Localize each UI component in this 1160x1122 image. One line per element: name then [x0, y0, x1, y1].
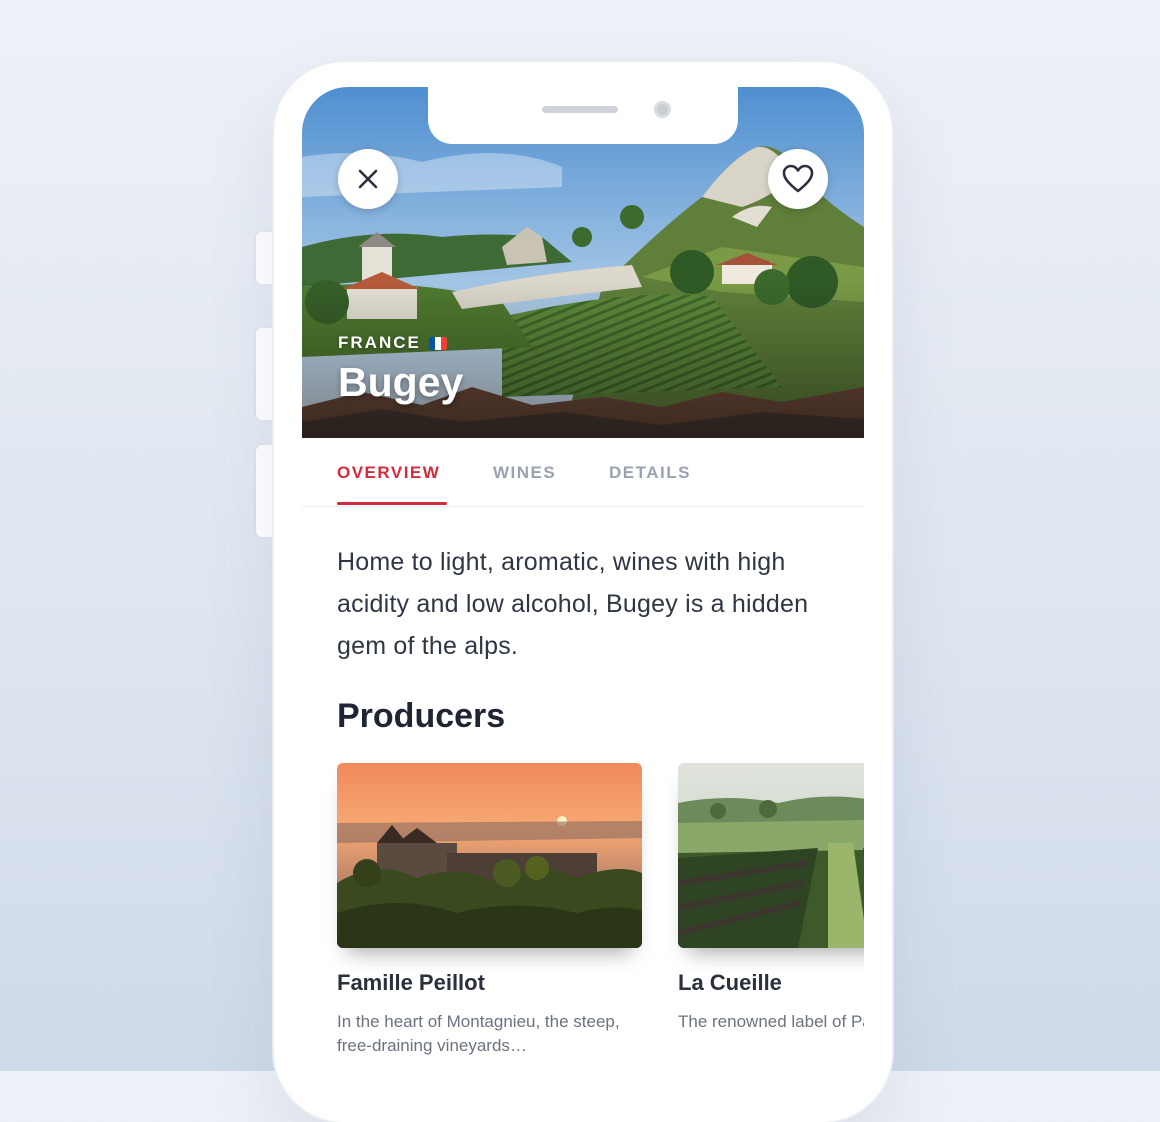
producer-name: La Cueille — [678, 970, 782, 995]
phone-volume-up-button — [256, 328, 276, 420]
country-name: FRANCE — [338, 333, 421, 352]
close-button[interactable] — [338, 149, 398, 209]
producer-description: The renowned label of Patrick Bottex. — [678, 1012, 864, 1031]
app-screen: FRANCE Bugey OVERVIEW WINES DETAILS Home… — [302, 87, 864, 1077]
country-label: FRANCE — [338, 333, 447, 353]
heart-icon — [782, 164, 814, 193]
tab-details[interactable]: DETAILS — [609, 463, 691, 483]
region-title: Bugey — [338, 359, 464, 405]
france-flag-icon — [428, 336, 447, 350]
producer-image — [678, 763, 864, 948]
tab-bar: OVERVIEW WINES DETAILS — [302, 438, 864, 507]
phone-side-button — [256, 232, 276, 284]
tab-overview[interactable]: OVERVIEW — [337, 463, 440, 483]
front-camera — [654, 101, 671, 118]
phone-volume-down-button — [256, 445, 276, 537]
producer-card[interactable]: La Cueille The renowned label of Patrick… — [678, 763, 864, 1034]
region-description: Home to light, aromatic, wines with high… — [337, 548, 809, 660]
producer-image — [337, 763, 642, 948]
phone-notch — [428, 87, 738, 144]
close-icon — [358, 169, 378, 189]
producers-heading: Producers — [337, 697, 506, 735]
producer-description: In the heart of Montagnieu, the steep, f… — [337, 1012, 620, 1055]
producer-card[interactable]: Famille Peillot In the heart of Montagni… — [337, 763, 642, 1058]
favorite-button[interactable] — [768, 149, 828, 209]
tab-wines[interactable]: WINES — [493, 463, 556, 483]
producer-name: Famille Peillot — [337, 970, 485, 995]
speaker-grille — [542, 106, 618, 113]
active-tab-indicator — [337, 502, 447, 505]
